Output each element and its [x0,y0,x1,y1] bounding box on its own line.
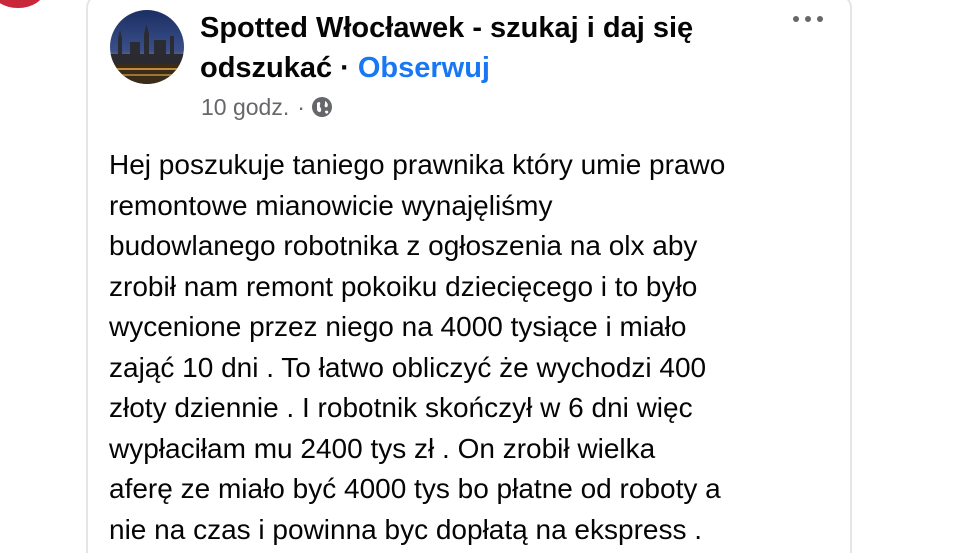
header-separator: · [340,52,350,84]
notification-badge [0,0,44,8]
page-avatar[interactable] [110,10,184,84]
city-skyline-image [110,10,184,84]
more-options-button[interactable] [788,4,828,34]
post-meta: 10 godz. · [201,92,333,122]
more-options-icon [793,16,823,22]
follow-button[interactable]: Obserwuj [358,52,490,84]
post-timestamp[interactable]: 10 godz. [201,94,289,121]
post-text: Hej poszukuje taniego prawnika który umi… [109,149,726,545]
post-header: Spotted Włocławek - szukaj i daj się ods… [200,8,760,88]
meta-separator: · [297,93,305,120]
screenshot-page: Spotted Włocławek - szukaj i daj się ods… [0,0,970,553]
globe-icon [311,96,333,118]
